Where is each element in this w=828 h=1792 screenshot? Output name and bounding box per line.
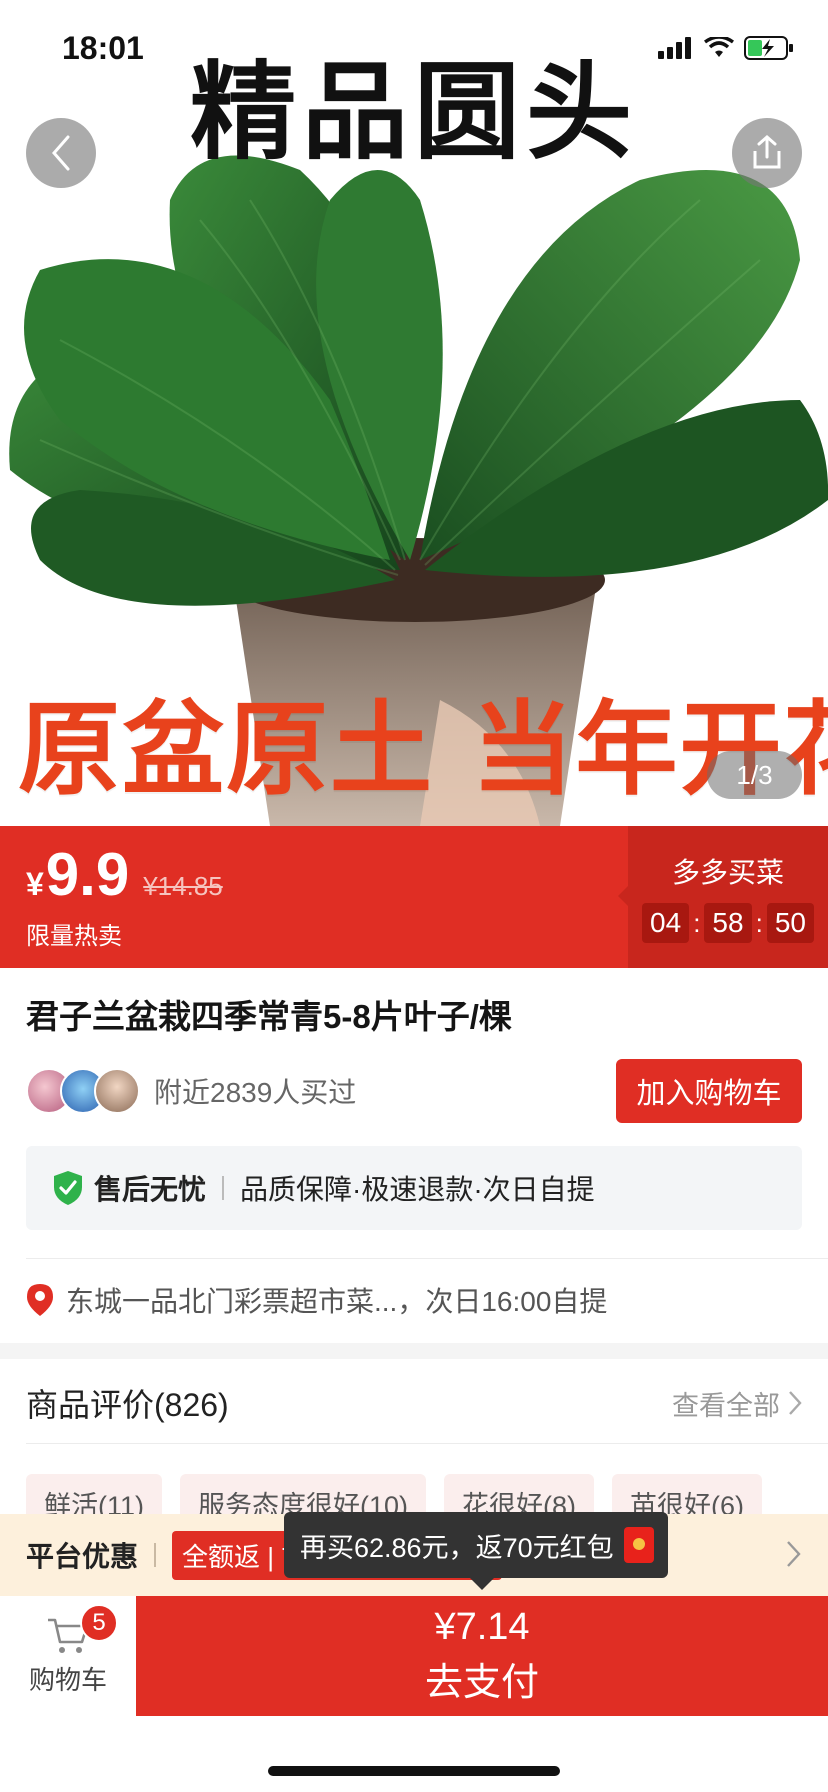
guarantee-title: 售后无忧 [94,1174,207,1205]
location-pin-icon [27,1284,53,1316]
red-packet-icon [623,1527,654,1563]
battery-icon [744,36,793,60]
pay-button[interactable]: ¥7.14 去支付 [136,1596,828,1716]
share-icon [753,135,781,169]
reviews-header: 商品评价(826) 查看全部 [26,1380,802,1426]
chevron-right-icon [787,1541,801,1567]
signal-icon [658,37,691,59]
cart-button[interactable]: 购物车 5 [0,1596,136,1716]
guarantee-items: 品质保障·极速退款·次日自提 [240,1174,595,1205]
shield-check-icon [54,1171,82,1205]
buyer-avatars [26,1068,140,1114]
buyers-row: 附近2839人买过 加入购物车 [26,1059,802,1123]
status-time: 18:01 [62,30,144,66]
divider [26,1258,828,1259]
add-to-cart-button[interactable]: 加入购物车 [616,1059,802,1123]
cart-count-badge: 5 [80,1604,118,1642]
back-arrow-icon [52,135,70,171]
platform-title: 平台优惠 [26,1541,139,1572]
divider [26,1443,828,1444]
original-price: ¥14.85 [143,871,223,901]
after-sales-guarantee[interactable]: 售后无忧 品质保障·极速退款·次日自提 [26,1146,802,1230]
product-title: 君子兰盆栽四季常青5-8片叶子/棵 [26,998,512,1035]
price-currency: ¥ [26,866,44,902]
promo-title: 多多买菜 [671,857,784,888]
reviews-title: 商品评价(826) [26,1387,229,1423]
divider [222,1176,225,1200]
promo-panel: 多多买菜 04 : 58 : 50 [618,826,828,968]
section-gap [0,1343,828,1359]
wifi-icon [704,37,734,57]
view-all-label: 查看全部 [672,1390,780,1421]
countdown-seconds: 50 [766,903,814,943]
current-price: 9.9 [45,841,130,908]
pickup-text: 东城一品北门彩票超市菜...，次日16:00自提 [66,1286,608,1317]
price-bar: ¥ 9.9 ¥14.85 限量热卖 多多买菜 04 : 58 : 50 [0,826,828,968]
home-indicator[interactable] [268,1766,560,1776]
back-button[interactable] [26,118,96,188]
pay-amount: ¥7.14 [434,1606,530,1648]
tooltip-text: 再买62.86元，返70元红包 [300,1532,614,1563]
product-image-carousel[interactable]: 精品圆头 原盆原土 当年开花 18:01 1/3 [0,0,828,826]
status-bar: 18:01 [0,0,828,100]
price-tag: 限量热卖 [26,923,122,950]
divider [154,1543,157,1567]
cashback-tooltip: 再买62.86元，返70元红包 [284,1512,668,1590]
pickup-location[interactable]: 东城一品北门彩票超市菜...，次日16:00自提 [26,1280,607,1320]
countdown-hours: 04 [642,903,690,943]
buyers-count-text: 附近2839人买过 [154,1077,357,1108]
countdown-minutes: 58 [704,903,752,943]
price-block: ¥ 9.9 ¥14.85 限量热卖 [26,840,223,951]
pay-label: 去支付 [424,1662,539,1704]
hero-slogan: 原盆原土 当年开花 [18,691,828,810]
cart-label: 购物车 [28,1664,107,1695]
share-button[interactable] [732,118,802,188]
avatar [94,1068,140,1114]
status-icons [658,36,794,60]
countdown-timer: 04 : 58 : 50 [642,903,814,943]
bottom-action-bar: 购物车 5 ¥7.14 去支付 [0,1596,828,1716]
view-all-reviews-link[interactable]: 查看全部 [672,1384,802,1423]
chevron-right-icon [789,1391,802,1415]
image-pager: 1/3 [707,751,802,799]
